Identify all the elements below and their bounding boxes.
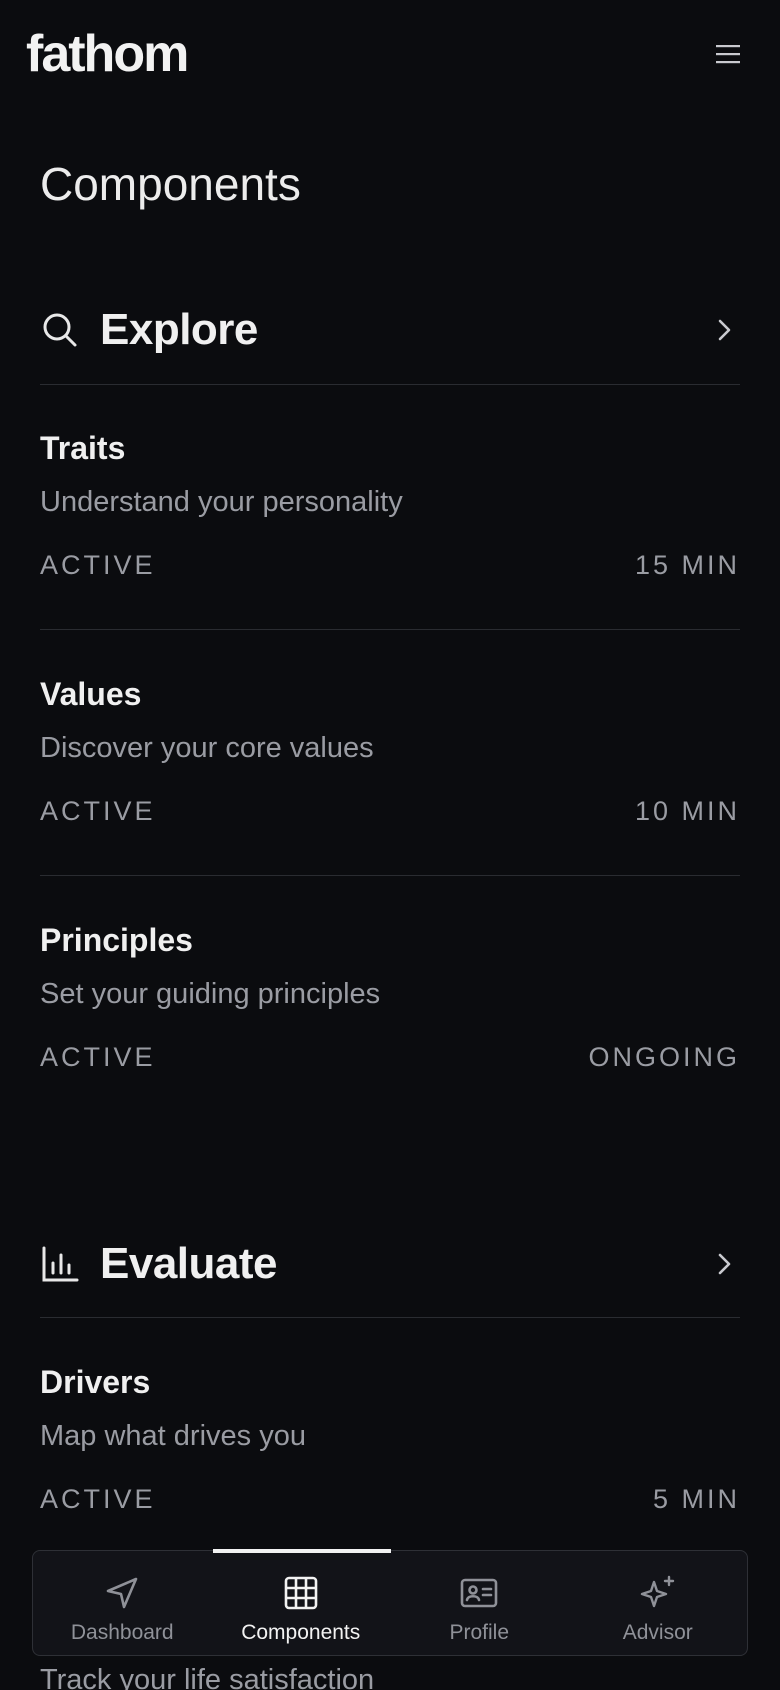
section-title: Explore (100, 305, 258, 354)
item-duration: 10 MIN (634, 796, 740, 826)
navigation-arrow-icon (102, 1573, 142, 1613)
nav-label: Advisor (622, 1621, 693, 1644)
bar-chart-icon (40, 1244, 80, 1284)
chevron-right-icon (710, 1250, 738, 1278)
item-description: Discover your core values (40, 732, 374, 764)
item-title: Traits (40, 430, 126, 466)
item-description: Map what drives you (40, 1420, 306, 1452)
divider (40, 629, 740, 630)
section-header-explore[interactable]: Explore (40, 290, 740, 370)
nav-item-dashboard[interactable]: Dashboard (33, 1551, 212, 1655)
item-title: Drivers (40, 1364, 151, 1400)
header: fathom (0, 0, 780, 110)
item-status: ACTIVE (40, 1484, 156, 1514)
item-status: ACTIVE (40, 550, 156, 580)
chevron-right-icon (710, 316, 738, 344)
nav-label: Components (241, 1621, 361, 1644)
item-title: Principles (40, 922, 193, 958)
item-duration: ONGOING (588, 1042, 740, 1072)
page: fathom Components Explore Traits Underst… (0, 0, 780, 1690)
grid-icon (281, 1573, 321, 1613)
section-header-evaluate[interactable]: Evaluate (40, 1224, 740, 1304)
divider (40, 384, 740, 385)
search-icon (40, 310, 80, 350)
divider (40, 1317, 740, 1318)
list-item-principles[interactable]: Principles Set your guiding principles A… (40, 920, 740, 1150)
nav-item-components[interactable]: Components (212, 1551, 391, 1655)
item-description: Set your guiding principles (40, 978, 381, 1010)
sparkles-icon (638, 1573, 678, 1613)
nav-label: Dashboard (70, 1621, 174, 1644)
section-title: Evaluate (100, 1239, 277, 1288)
item-duration: 15 MIN (634, 550, 740, 580)
item-duration: 5 MIN (652, 1484, 740, 1514)
hamburger-menu-icon[interactable] (712, 38, 744, 70)
nav-item-profile[interactable]: Profile (390, 1551, 569, 1655)
list-item-traits[interactable]: Traits Understand your personality ACTIV… (40, 428, 740, 658)
list-item-values[interactable]: Values Discover your core values ACTIVE … (40, 674, 740, 904)
page-title: Components (40, 158, 301, 210)
list-item-description-peek: Track your life satisfaction (40, 1664, 375, 1690)
item-description: Understand your personality (40, 486, 403, 518)
nav-label: Profile (449, 1621, 510, 1644)
bottom-navigation: Dashboard Components Profile Advisor (32, 1549, 748, 1656)
item-status: ACTIVE (40, 796, 156, 826)
nav-item-advisor[interactable]: Advisor (569, 1551, 748, 1655)
item-title: Values (40, 676, 142, 712)
divider (40, 875, 740, 876)
id-card-icon (459, 1573, 499, 1613)
app-logo[interactable]: fathom (26, 24, 189, 84)
item-status: ACTIVE (40, 1042, 156, 1072)
